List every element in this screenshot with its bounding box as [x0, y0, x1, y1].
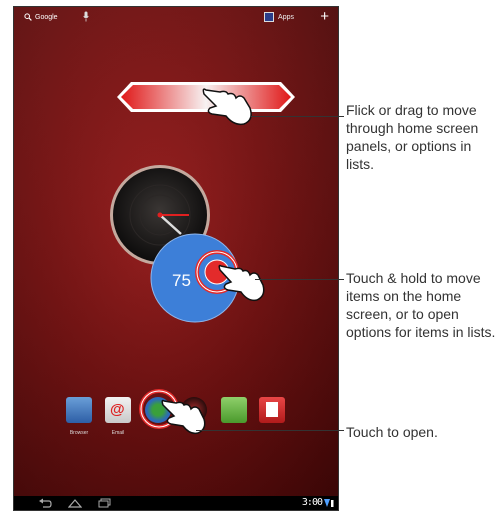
microphone-icon[interactable] [83, 11, 89, 22]
home-icon[interactable] [68, 498, 82, 508]
email-app-icon[interactable]: @ [105, 397, 131, 423]
back-icon[interactable] [38, 498, 52, 508]
weather-temperature: 75 [172, 271, 191, 290]
touch-callout-text: Touch to open. [346, 424, 438, 440]
apps-button[interactable]: Apps [264, 12, 294, 22]
browser-app-icon[interactable] [66, 397, 92, 423]
status-time: 3:00 [301, 497, 323, 508]
system-nav-bar: 3:00 [14, 496, 338, 510]
recent-apps-icon[interactable] [98, 498, 112, 508]
flick-callout-line [250, 116, 344, 117]
browser-app-label: Browser [69, 430, 89, 436]
google-search-button[interactable]: Google [24, 13, 58, 21]
hand-pointer-icon [202, 88, 252, 126]
signal-icon [324, 499, 334, 507]
top-bar: Google Apps + [14, 7, 338, 29]
apps-label: Apps [278, 13, 294, 21]
email-app-label: Email [111, 430, 125, 436]
touch-callout-line [196, 430, 344, 431]
store-app-icon[interactable] [221, 397, 247, 423]
add-widget-button[interactable]: + [320, 8, 329, 25]
apps-grid-icon [264, 12, 275, 22]
flick-callout-text: Flick or drag to move through home scree… [346, 102, 479, 172]
document-glyph-icon [266, 402, 278, 417]
hold-callout-line [255, 279, 344, 280]
hand-pointer-icon-hold [218, 264, 265, 302]
documents-app-icon[interactable] [259, 397, 285, 423]
hold-callout-text: Touch & hold to move items on the home s… [346, 270, 496, 340]
at-sign-icon: @ [110, 401, 125, 418]
search-icon [24, 13, 32, 21]
hand-pointer-icon-tap [161, 399, 206, 435]
google-label: Google [35, 13, 58, 21]
